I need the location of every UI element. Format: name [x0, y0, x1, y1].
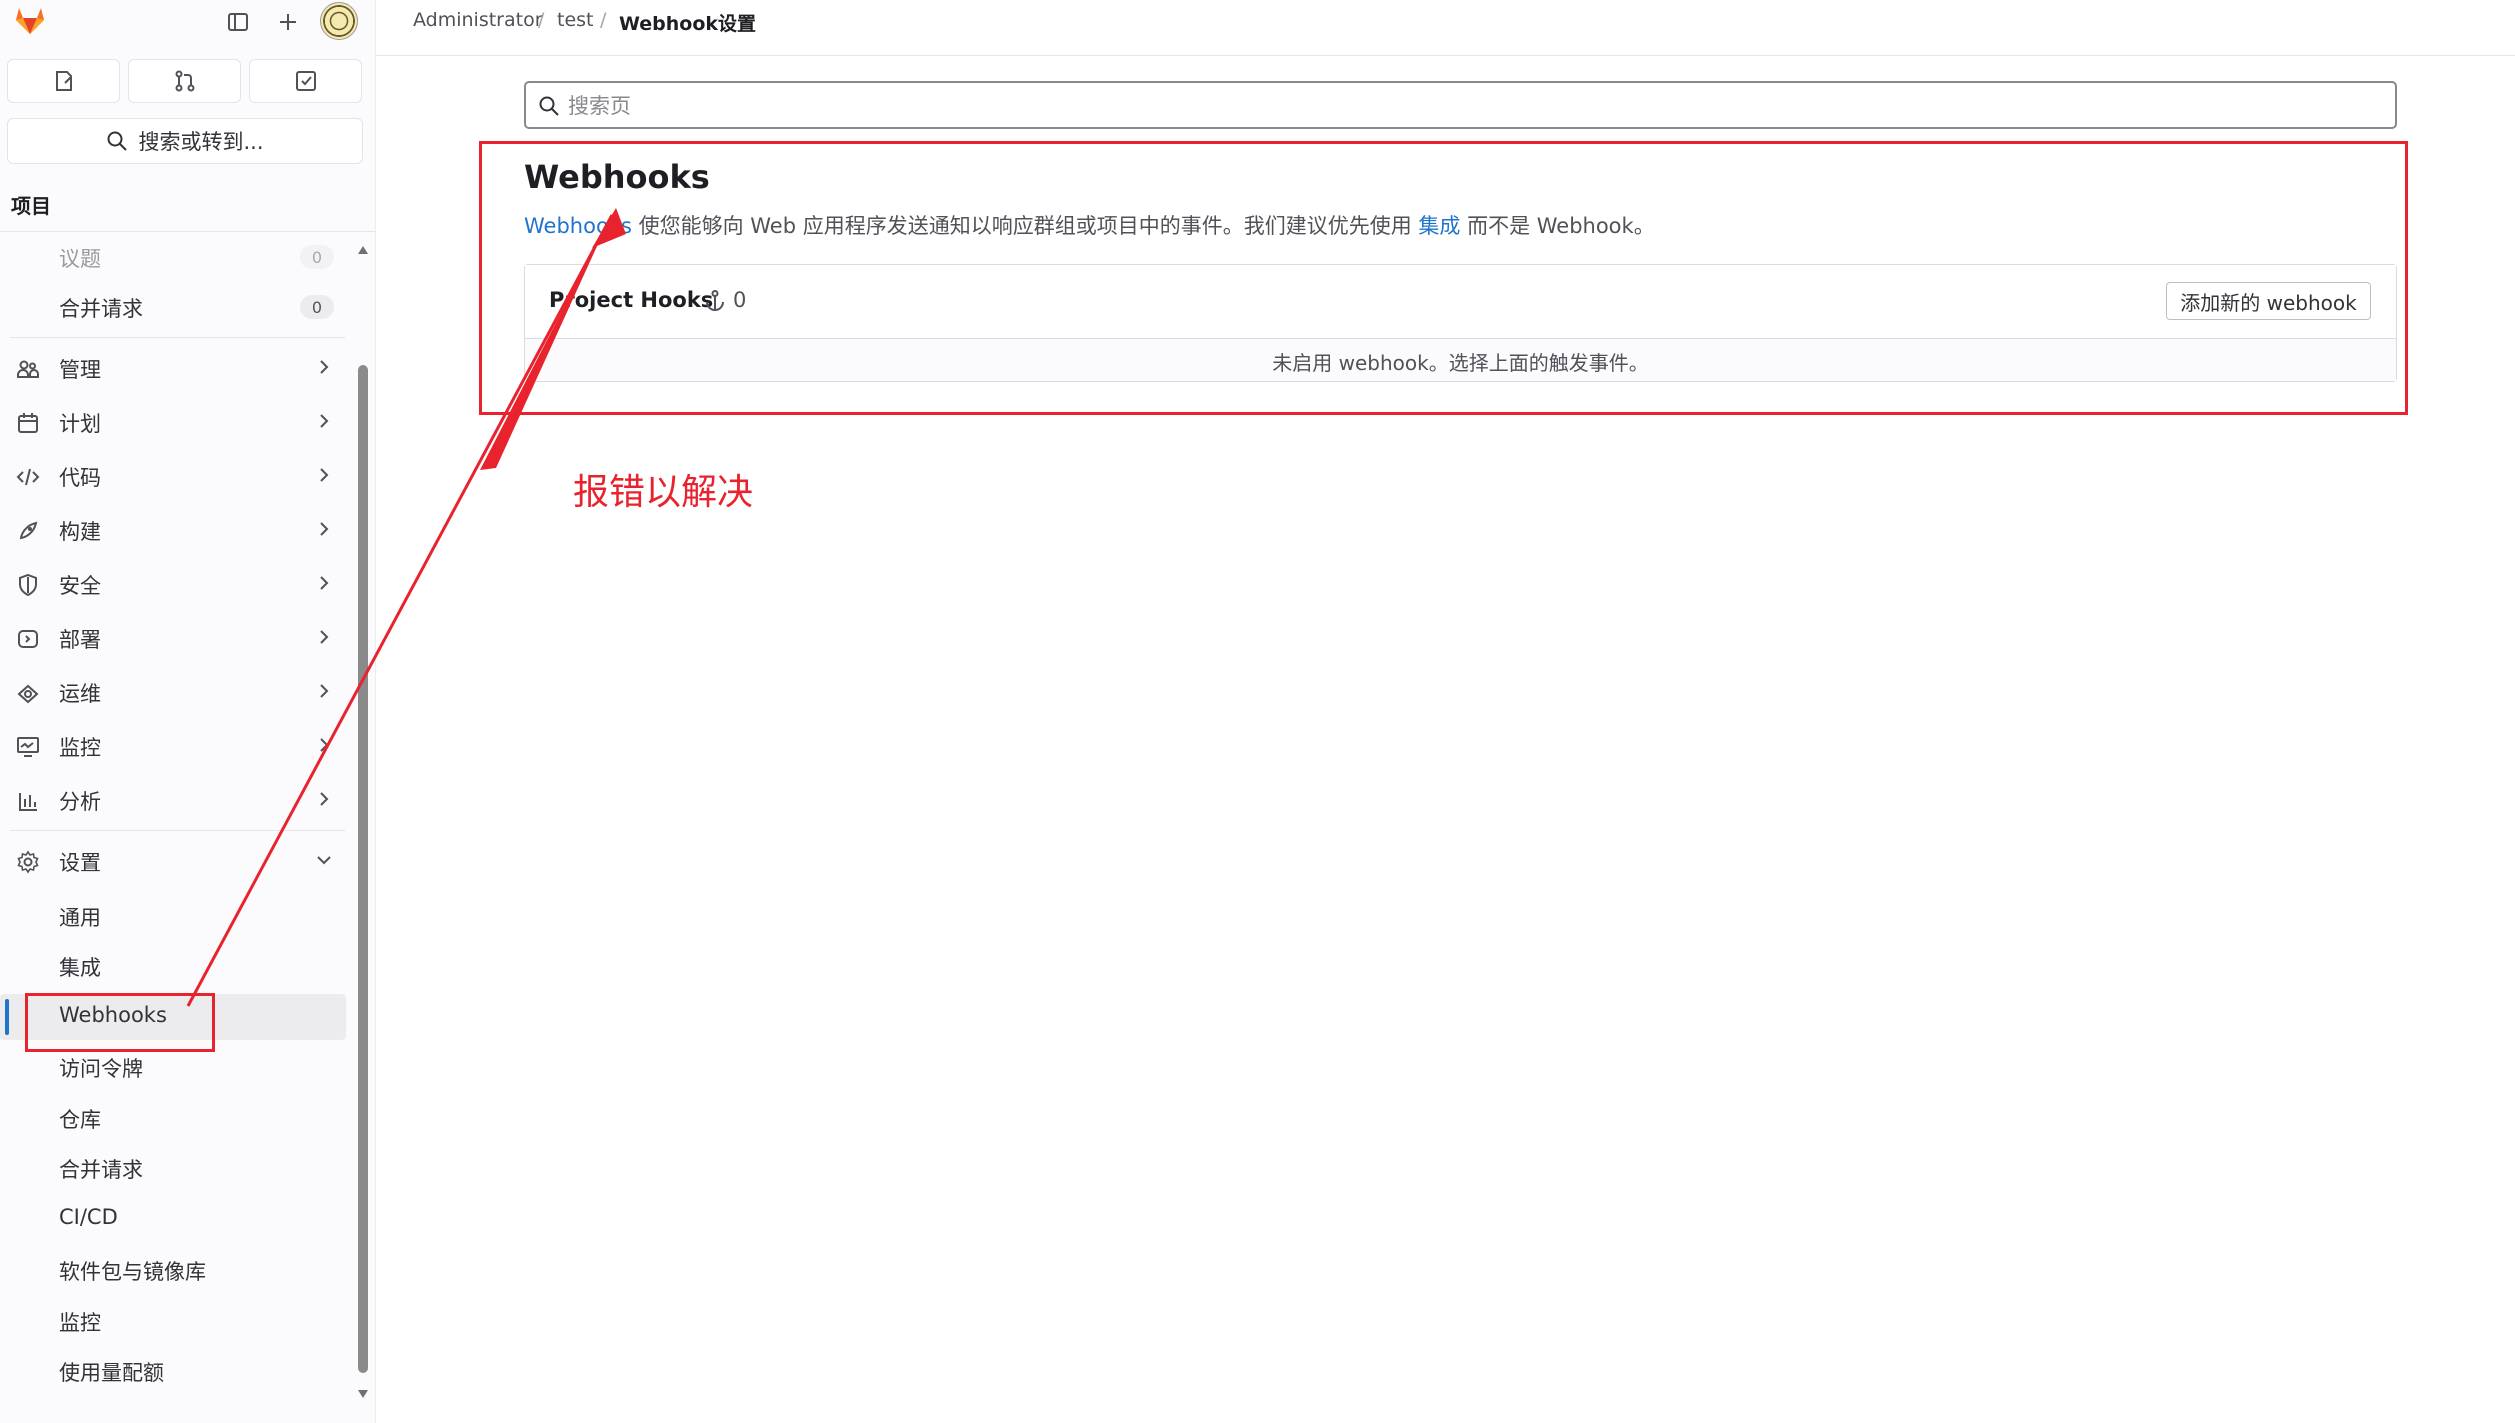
- sidebar-item-analyze[interactable]: 分析: [0, 778, 346, 822]
- sidebar-item-build[interactable]: 构建: [0, 508, 346, 552]
- settings-item-integrations[interactable]: 集成: [0, 943, 346, 989]
- breadcrumb-separator: /: [538, 9, 545, 31]
- settings-item-usage-quotas[interactable]: 使用量配额: [0, 1348, 346, 1394]
- merge-request-icon: [175, 70, 194, 92]
- search-icon: [107, 131, 128, 151]
- chevron-right-icon: [320, 630, 329, 644]
- users-icon: [17, 360, 39, 378]
- sidebar-subitem-issues[interactable]: 议题: [59, 243, 101, 273]
- avatar[interactable]: [320, 2, 358, 40]
- monitor-icon: [17, 737, 39, 757]
- search-icon: [539, 96, 559, 116]
- gear-icon: [17, 850, 39, 874]
- divider: [10, 337, 345, 338]
- chevron-right-icon: [320, 792, 329, 806]
- global-search-label: 搜索或转到...: [138, 130, 264, 154]
- settings-item-label: CI/CD: [59, 1205, 118, 1229]
- sidebar: 搜索或转到... 项目 议题 0 合并请求 0 管理 计划 代码 构建 安全 部…: [0, 0, 376, 1423]
- sidebar-item-label: 监控: [59, 736, 101, 760]
- sidebar-item-plan[interactable]: 计划: [0, 400, 346, 444]
- rocket-icon: [19, 521, 38, 540]
- sidebar-subitem-merge-requests[interactable]: 合并请求: [59, 293, 143, 323]
- chevron-right-icon: [320, 360, 329, 374]
- cloud-icon: [17, 684, 39, 704]
- sidebar-toggle-icon[interactable]: [218, 2, 258, 42]
- settings-item-cicd[interactable]: CI/CD: [0, 1196, 346, 1242]
- sidebar-item-label: 设置: [59, 851, 101, 875]
- breadcrumb-item[interactable]: test: [557, 9, 594, 31]
- plus-icon[interactable]: [268, 2, 308, 42]
- chevron-right-icon: [320, 468, 329, 482]
- breadcrumb: Administrator / test / Webhook设置: [376, 0, 2515, 56]
- settings-item-label: 使用量配额: [59, 1361, 164, 1385]
- sidebar-item-label: 管理: [59, 358, 101, 382]
- chevron-right-icon: [320, 684, 329, 698]
- chart-icon: [19, 793, 37, 811]
- issues-icon: [55, 71, 72, 91]
- sidebar-item-label: 构建: [59, 520, 101, 544]
- sidebar-item-label: 运维: [59, 682, 101, 706]
- todo-icon: [295, 71, 316, 91]
- merge-requests-quick-button[interactable]: [128, 59, 241, 103]
- issues-quick-button[interactable]: [7, 59, 120, 103]
- sidebar-section-title: 项目: [11, 194, 51, 218]
- merge-requests-count-badge: 0: [300, 295, 334, 319]
- chevron-right-icon: [320, 738, 329, 752]
- divider: [0, 231, 375, 232]
- settings-item-packages[interactable]: 软件包与镜像库: [0, 1247, 346, 1293]
- issues-count-badge: 0: [300, 245, 334, 269]
- gitlab-logo-icon[interactable]: [10, 0, 50, 40]
- chevron-right-icon: [320, 414, 329, 428]
- breadcrumb-separator: /: [600, 9, 607, 31]
- annotation-text: 报错以解决: [573, 472, 754, 513]
- sidebar-item-label: 部署: [59, 628, 101, 652]
- shield-icon: [19, 573, 37, 597]
- sidebar-item-monitor[interactable]: 监控: [0, 724, 346, 768]
- page-search-box[interactable]: [524, 81, 2397, 129]
- settings-item-repository[interactable]: 仓库: [0, 1095, 346, 1141]
- settings-item-general[interactable]: 通用: [0, 893, 346, 939]
- code-icon: [16, 468, 40, 486]
- sidebar-item-manage[interactable]: 管理: [0, 346, 346, 390]
- global-search-button[interactable]: 搜索或转到...: [7, 118, 363, 164]
- sidebar-scrollbar-thumb[interactable]: [358, 365, 368, 1373]
- sidebar-item-settings[interactable]: 设置: [0, 839, 346, 883]
- sidebar-item-label: 计划: [59, 412, 101, 436]
- sidebar-item-code[interactable]: 代码: [0, 454, 346, 498]
- settings-item-label: 仓库: [59, 1108, 101, 1132]
- todos-quick-button[interactable]: [249, 59, 362, 103]
- settings-item-monitor[interactable]: 监控: [0, 1298, 346, 1344]
- settings-item-label: 监控: [59, 1311, 101, 1335]
- settings-item-label: 访问令牌: [59, 1057, 143, 1081]
- divider: [10, 830, 345, 831]
- active-indicator: [5, 999, 9, 1035]
- sidebar-item-label: 分析: [59, 790, 101, 814]
- sidebar-item-label: 代码: [59, 466, 101, 490]
- annotation-highlight-box: [25, 993, 215, 1052]
- settings-item-merge-requests[interactable]: 合并请求: [0, 1145, 346, 1191]
- chevron-right-icon: [320, 576, 329, 590]
- chevron-down-icon: [317, 856, 331, 865]
- deploy-icon: [18, 630, 38, 648]
- annotation-highlight-box: [479, 141, 2408, 415]
- sidebar-item-label: 安全: [59, 574, 101, 598]
- chevron-right-icon: [320, 522, 329, 536]
- breadcrumb-item[interactable]: Administrator: [413, 9, 543, 31]
- settings-item-label: 合并请求: [59, 1158, 143, 1182]
- sidebar-item-operate[interactable]: 运维: [0, 670, 346, 714]
- settings-item-label: 集成: [59, 956, 101, 980]
- settings-item-label: 通用: [59, 906, 101, 930]
- sidebar-item-deploy[interactable]: 部署: [0, 616, 346, 660]
- breadcrumb-current: Webhook设置: [619, 13, 757, 35]
- sidebar-item-secure[interactable]: 安全: [0, 562, 346, 606]
- settings-item-label: 软件包与镜像库: [59, 1260, 206, 1284]
- calendar-icon: [18, 413, 38, 433]
- page-search-input[interactable]: [566, 89, 2370, 123]
